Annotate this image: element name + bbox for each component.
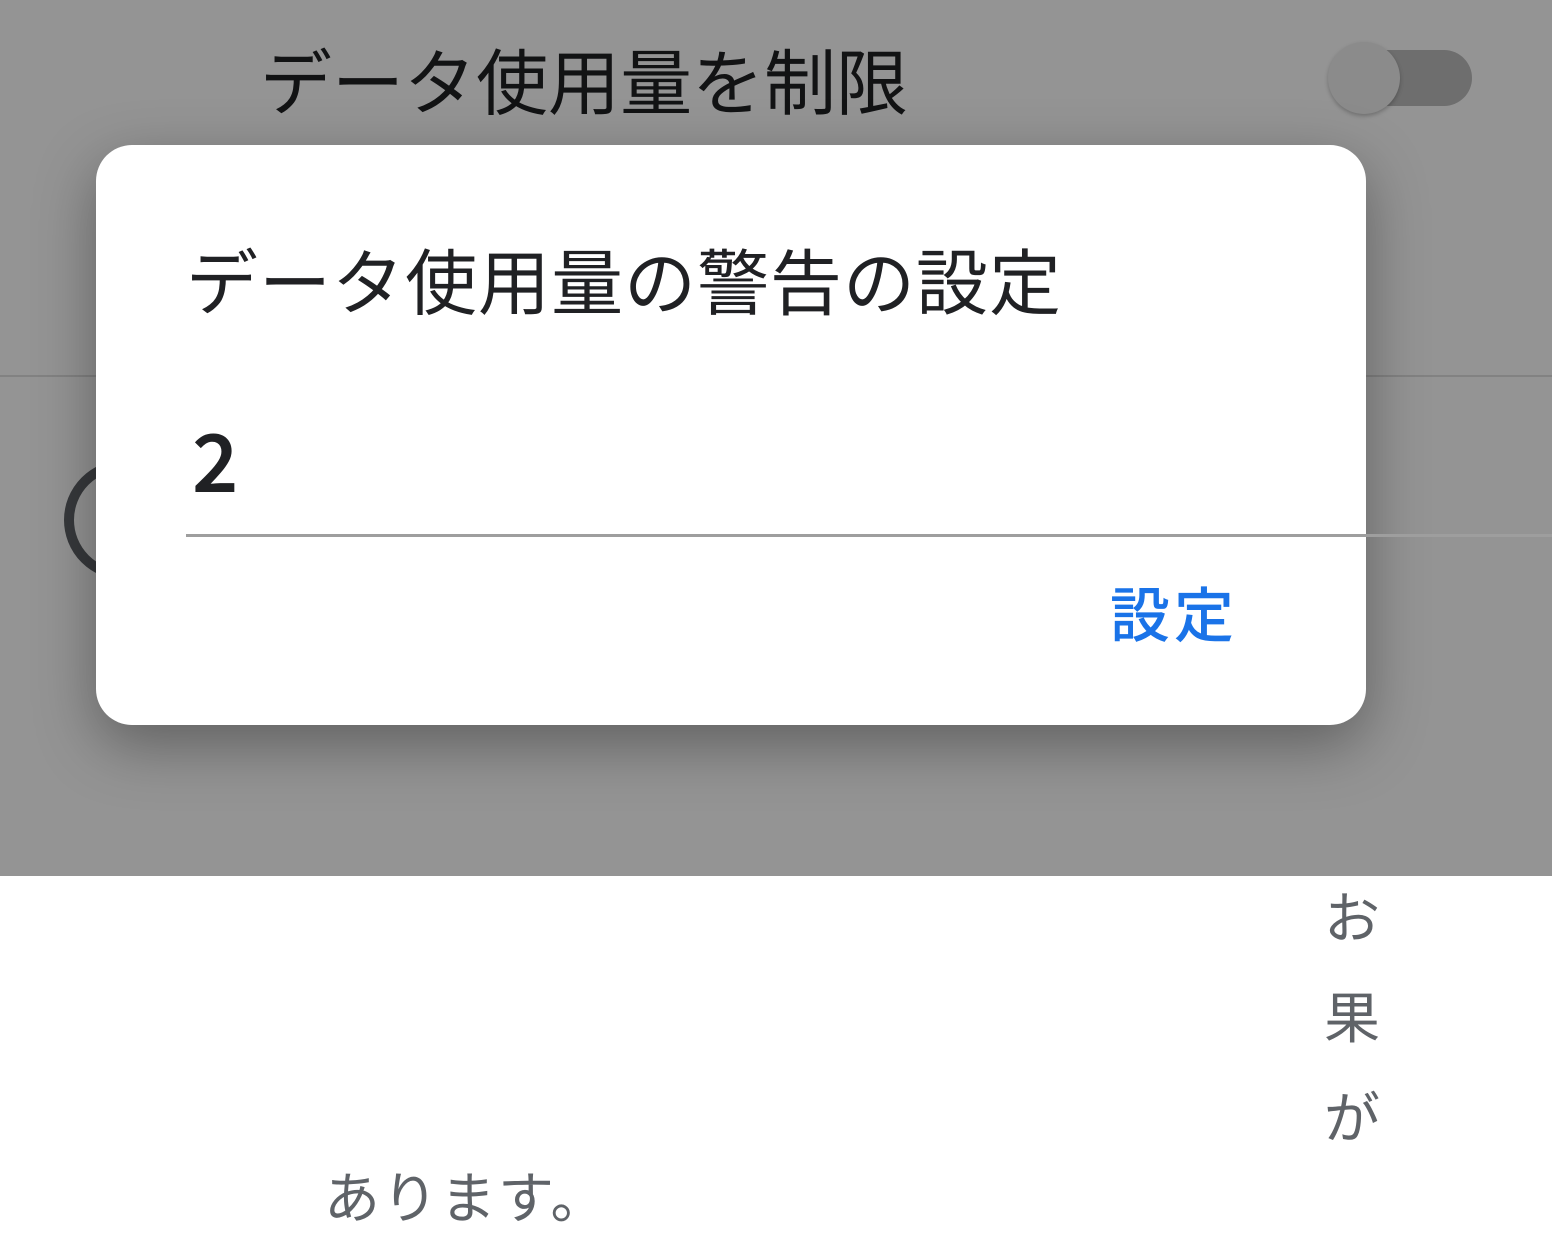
dialog-title: データ使用量の警告の設定	[186, 225, 1276, 330]
info-text-fragment: お	[1324, 870, 1382, 960]
input-row: GB	[186, 400, 1276, 537]
info-text-fragment: あります。	[324, 1150, 608, 1240]
confirm-button[interactable]: 設定	[1082, 548, 1266, 675]
data-warning-dialog: データ使用量の警告の設定 GB 設定	[96, 145, 1366, 725]
info-text-fragment: が	[1324, 1070, 1382, 1160]
info-text-fragment: 果	[1324, 970, 1382, 1060]
warning-value-input[interactable]	[186, 400, 1552, 537]
dialog-actions: 設定	[186, 548, 1276, 685]
